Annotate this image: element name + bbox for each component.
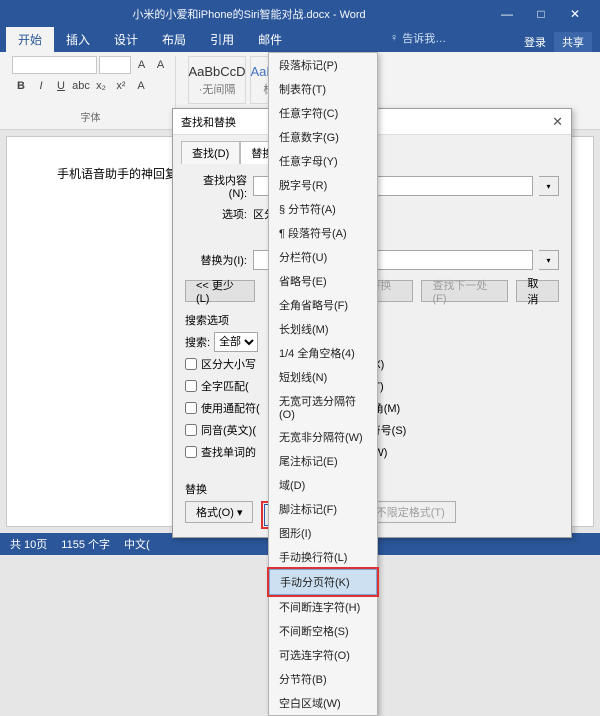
find-combo-icon[interactable]: ▾ xyxy=(539,176,559,196)
tab-home[interactable]: 开始 xyxy=(6,27,54,52)
checkbox[interactable] xyxy=(185,402,197,414)
menu-item[interactable]: 不间断空格(S) xyxy=(269,619,377,643)
menu-item[interactable]: 脱字号(R) xyxy=(269,173,377,197)
find-next-button[interactable]: 查找下一处(F) xyxy=(421,280,508,302)
replace-combo-icon[interactable]: ▾ xyxy=(539,250,559,270)
search-scope-label: 搜索: xyxy=(185,334,210,350)
checkbox[interactable] xyxy=(185,380,197,392)
title-bar: 小米的小爱和iPhone的Siri智能对战.docx - Word — □ ✕ xyxy=(0,0,600,28)
text-effects-button[interactable]: A xyxy=(132,77,150,95)
options-label: 选项: xyxy=(185,206,247,222)
font-group-label: 字体 xyxy=(12,109,169,125)
menu-item[interactable]: 制表符(T) xyxy=(269,77,377,101)
menu-item[interactable]: 任意字符(C) xyxy=(269,101,377,125)
tell-me-search[interactable]: ♀ 告诉我… xyxy=(390,30,446,46)
login-link[interactable]: 登录 xyxy=(524,34,546,50)
ribbon-tabs: 开始 插入 设计 布局 引用 邮件 登录 共享 xyxy=(0,28,600,52)
menu-item[interactable]: 不间断连字符(H) xyxy=(269,595,377,619)
subscript-button[interactable]: x₂ xyxy=(92,77,110,95)
style-no-spacing[interactable]: AaBbCcD ·无间隔 xyxy=(188,56,246,104)
tab-insert[interactable]: 插入 xyxy=(54,27,102,52)
menu-item[interactable]: § 分节符(A) xyxy=(269,197,377,221)
lightbulb-icon: ♀ xyxy=(390,32,398,44)
status-words[interactable]: 1155 个字 xyxy=(61,536,110,552)
tab-design[interactable]: 设计 xyxy=(102,27,150,52)
dialog-title: 查找和替换 xyxy=(181,114,236,130)
tab-find[interactable]: 查找(D) xyxy=(181,141,240,164)
close-button[interactable]: ✕ xyxy=(558,0,592,28)
checkbox[interactable] xyxy=(185,424,197,436)
menu-item[interactable]: 短划线(N) xyxy=(269,365,377,389)
menu-item[interactable]: 可选连字符(O) xyxy=(269,643,377,667)
menu-item[interactable]: 手动换行符(L) xyxy=(269,545,377,569)
font-size-combo[interactable] xyxy=(99,56,131,74)
menu-item[interactable]: 尾注标记(E) xyxy=(269,449,377,473)
window-title: 小米的小爱和iPhone的Siri智能对战.docx - Word xyxy=(132,6,365,22)
menu-item[interactable]: 分节符(B) xyxy=(269,667,377,691)
grow-font-icon[interactable]: A xyxy=(133,56,150,74)
checkbox-option[interactable]: 同音(英文)( xyxy=(185,422,260,438)
status-lang[interactable]: 中文( xyxy=(124,536,150,552)
font-family-combo[interactable] xyxy=(12,56,97,74)
checkbox-option[interactable]: 全字匹配( xyxy=(185,378,260,394)
search-scope-select[interactable]: 全部 xyxy=(214,332,258,352)
maximize-button[interactable]: □ xyxy=(524,0,558,28)
menu-item[interactable]: 无宽非分隔符(W) xyxy=(269,425,377,449)
checkbox-option[interactable]: 使用通配符( xyxy=(185,400,260,416)
checkbox[interactable] xyxy=(185,446,197,458)
checkbox-option[interactable]: 查找单词的 xyxy=(185,444,260,460)
format-button[interactable]: 格式(O) ▾ xyxy=(185,501,253,523)
menu-item[interactable]: 全角省略号(F) xyxy=(269,293,377,317)
dialog-close-icon[interactable]: ✕ xyxy=(552,114,563,130)
menu-item[interactable]: 分栏符(U) xyxy=(269,245,377,269)
menu-item[interactable]: 1/4 全角空格(4) xyxy=(269,341,377,365)
special-format-menu: 段落标记(P)制表符(T)任意字符(C)任意数字(G)任意字母(Y)脱字号(R)… xyxy=(268,52,378,716)
share-button[interactable]: 共享 xyxy=(554,32,592,52)
italic-button[interactable]: I xyxy=(32,77,50,95)
status-pages[interactable]: 共 10页 xyxy=(10,536,47,552)
font-group: A A B I U abc x₂ x² A 字体 xyxy=(6,56,176,125)
tab-mailings[interactable]: 邮件 xyxy=(246,27,294,52)
no-format-button[interactable]: 不限定格式(T) xyxy=(365,501,456,523)
menu-item[interactable]: 无宽可选分隔符(O) xyxy=(269,389,377,425)
replace-label: 替换为(I): xyxy=(185,252,247,268)
checkbox[interactable] xyxy=(185,358,197,370)
menu-item[interactable]: 长划线(M) xyxy=(269,317,377,341)
less-button[interactable]: << 更少(L) xyxy=(185,280,255,302)
body-text: 手机语音助手的神回复。 xyxy=(57,165,189,182)
menu-item[interactable]: ¶ 段落符号(A) xyxy=(269,221,377,245)
menu-item[interactable]: 任意数字(G) xyxy=(269,125,377,149)
minimize-button[interactable]: — xyxy=(490,0,524,28)
find-label: 查找内容(N): xyxy=(185,172,247,200)
menu-item[interactable]: 手动分页符(K) xyxy=(269,569,377,595)
menu-item[interactable]: 图形(I) xyxy=(269,521,377,545)
menu-item[interactable]: 域(D) xyxy=(269,473,377,497)
shrink-font-icon[interactable]: A xyxy=(152,56,169,74)
tab-layout[interactable]: 布局 xyxy=(150,27,198,52)
menu-item[interactable]: 省略号(E) xyxy=(269,269,377,293)
checkbox-option[interactable]: 区分大小写 xyxy=(185,356,260,372)
strike-button[interactable]: abc xyxy=(72,77,90,95)
menu-item[interactable]: 脚注标记(F) xyxy=(269,497,377,521)
underline-button[interactable]: U xyxy=(52,77,70,95)
superscript-button[interactable]: x² xyxy=(112,77,130,95)
tab-references[interactable]: 引用 xyxy=(198,27,246,52)
menu-item[interactable]: 空白区域(W) xyxy=(269,691,377,715)
menu-item[interactable]: 段落标记(P) xyxy=(269,53,377,77)
bold-button[interactable]: B xyxy=(12,77,30,95)
cancel-button[interactable]: 取消 xyxy=(516,280,559,302)
menu-item[interactable]: 任意字母(Y) xyxy=(269,149,377,173)
